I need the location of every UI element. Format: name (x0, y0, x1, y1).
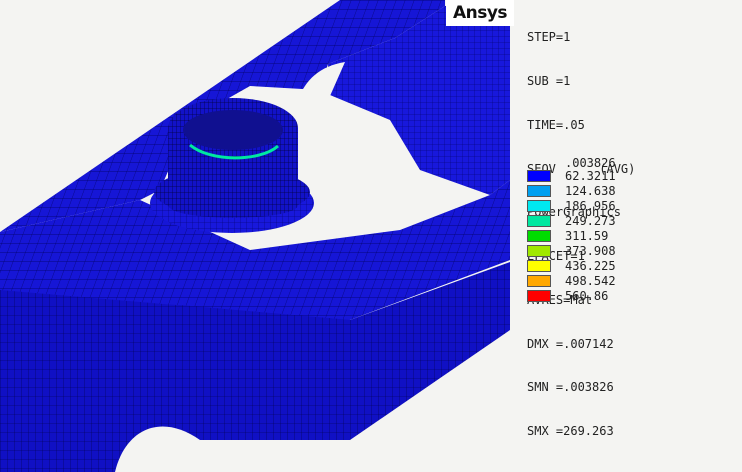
legend-swatch (527, 170, 551, 182)
info-smn: SMN =.003826 (527, 380, 614, 395)
legend-label: 186.956 (565, 199, 616, 213)
legend-swatch (527, 200, 551, 212)
legend-label: 311.59 (565, 229, 609, 243)
info-smx: SMX =269.263 (527, 424, 614, 439)
legend-swatch (527, 185, 551, 197)
legend-swatch (527, 260, 551, 272)
info-dmx: DMX =.007142 (527, 336, 614, 351)
legend-swatch (527, 275, 551, 287)
legend-swatch (527, 215, 551, 227)
legend-label: 560.86 (565, 289, 609, 303)
info-time: TIME=.05 (527, 117, 585, 132)
legend-label: 436.225 (565, 259, 616, 273)
legend-label: 498.542 (565, 274, 616, 288)
legend-min-label: .003826 (565, 156, 616, 170)
legend-label: 124.638 (565, 184, 616, 198)
legend-band: 373.908 (527, 244, 727, 259)
legend-band: 498.542 (527, 274, 727, 289)
legend-swatch (527, 230, 551, 242)
info-step: STEP=1 (527, 30, 571, 45)
legend-band: 62.3211 (527, 169, 727, 184)
legend-label: 373.908 (565, 244, 616, 258)
legend-band: 249.273 (527, 214, 727, 229)
legend-label: 249.273 (565, 214, 616, 228)
legend-band: 311.59 (527, 229, 727, 244)
legend-swatch (527, 290, 551, 302)
legend-band: 560.86 (527, 289, 727, 304)
ansys-logo: Ansys (446, 0, 514, 26)
info-sub: SUB =1 (527, 73, 571, 88)
legend-band: 186.956 (527, 199, 727, 214)
boss-inner-hole (183, 110, 283, 150)
legend-label: 62.3211 (565, 169, 616, 183)
legend-band: 436.225 (527, 259, 727, 274)
legend-band: 124.638 (527, 184, 727, 199)
legend-swatch (527, 245, 551, 257)
logo-text: Ansys (452, 3, 508, 23)
